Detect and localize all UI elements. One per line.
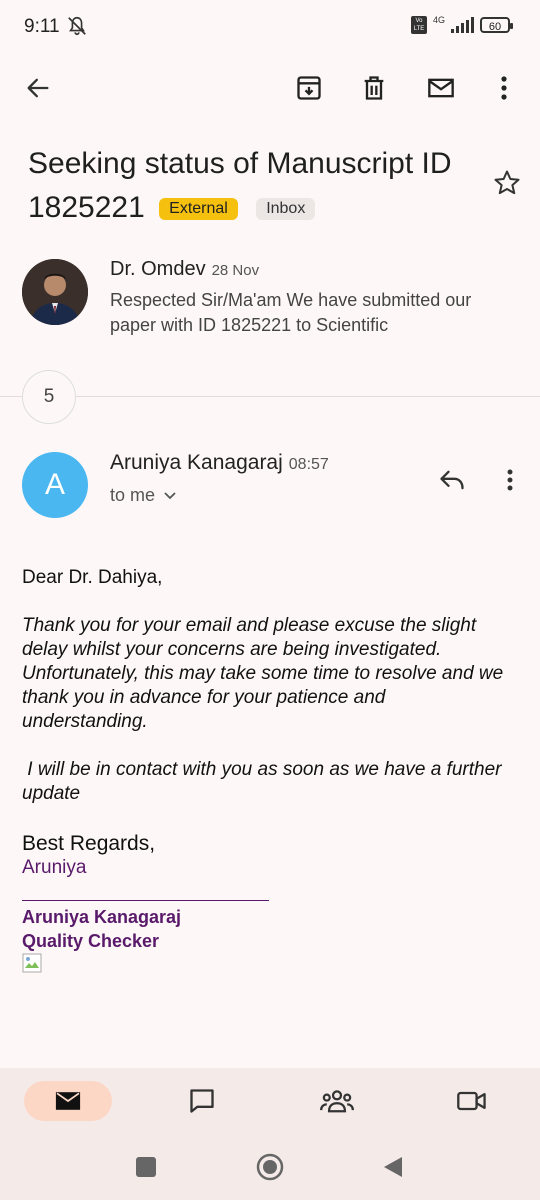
person-photo-icon xyxy=(22,259,88,325)
signature-divider xyxy=(22,900,269,901)
mark-unread-button[interactable] xyxy=(423,70,459,106)
nav-item-mail[interactable] xyxy=(24,1081,112,1121)
more-options-button[interactable] xyxy=(486,70,522,106)
recipients-toggle[interactable]: to me xyxy=(110,485,177,506)
sender-name: Dr. Omdev xyxy=(110,258,206,280)
collapsed-messages-count[interactable]: 5 xyxy=(22,370,76,424)
chat-icon xyxy=(190,1089,214,1113)
recipient-label: to me xyxy=(110,485,156,505)
message-time: 08:57 xyxy=(288,456,329,473)
status-indicators: Vo LTE 4G 60 xyxy=(410,14,513,36)
broken-image-icon xyxy=(22,953,42,973)
trash-icon xyxy=(364,76,384,100)
signature-title: Quality Checker xyxy=(22,931,160,951)
nav-item-meet[interactable] xyxy=(454,1083,490,1119)
nav-item-spaces[interactable] xyxy=(319,1083,355,1119)
archive-button[interactable] xyxy=(291,70,327,106)
signature-name: Aruniya Kanagaraj xyxy=(22,907,182,927)
reply-button[interactable] xyxy=(434,462,470,498)
email-paragraph-1: Thank you for your email and please excu… xyxy=(22,615,504,732)
star-icon[interactable] xyxy=(492,168,522,198)
delete-button[interactable] xyxy=(356,70,392,106)
back-button[interactable] xyxy=(20,70,56,106)
sender-name: Aruniya Kanagaraj xyxy=(110,451,283,474)
first-message-header[interactable]: Dr. Omdev 28 Nov xyxy=(110,258,259,281)
reply-icon xyxy=(440,470,464,490)
volte-icon: Vo LTE xyxy=(410,16,427,34)
archive-icon xyxy=(297,76,321,100)
status-time: 9:11 xyxy=(24,16,60,37)
mail-icon xyxy=(428,78,454,98)
more-vert-icon xyxy=(507,469,513,491)
message-date: 28 Nov xyxy=(211,262,260,279)
email-subject: Seeking status of Manuscript ID 1825221 … xyxy=(28,142,488,230)
spaces-icon xyxy=(320,1090,354,1113)
mail-icon xyxy=(55,1092,81,1110)
arrow-left-icon xyxy=(27,78,49,98)
email-paragraph-2: I will be in contact with you as soon as… xyxy=(22,759,507,804)
message-snippet[interactable]: Respected Sir/Ma'am We have submitted ou… xyxy=(110,288,510,338)
nav-item-chat[interactable] xyxy=(184,1083,220,1119)
thread-divider xyxy=(0,396,540,397)
recent-apps-button[interactable] xyxy=(136,1157,156,1177)
external-label: External xyxy=(159,198,238,220)
chevron-down-icon xyxy=(164,491,176,499)
signal-icon xyxy=(451,17,474,33)
email-greeting: Dear Dr. Dahiya, xyxy=(22,567,163,588)
sender-avatar-photo[interactable] xyxy=(22,259,88,325)
inbox-label[interactable]: Inbox xyxy=(256,198,316,220)
meet-icon xyxy=(457,1091,486,1111)
home-button[interactable] xyxy=(255,1152,285,1182)
subject-line-1: Seeking status of Manuscript ID xyxy=(28,147,452,180)
sender-avatar[interactable]: A xyxy=(22,452,88,518)
email-closing: Best Regards, xyxy=(22,832,156,855)
back-nav-button[interactable] xyxy=(382,1155,404,1179)
current-message-header[interactable]: Aruniya Kanagaraj 08:57 xyxy=(110,451,329,475)
battery-icon: 60 xyxy=(480,17,513,33)
message-more-button[interactable] xyxy=(492,462,528,498)
network-type: 4G xyxy=(432,15,445,25)
email-sign-name: Aruniya xyxy=(22,857,87,878)
more-vert-icon xyxy=(501,76,507,100)
mute-icon xyxy=(68,16,86,36)
subject-line-2: 1825221 xyxy=(28,191,145,224)
